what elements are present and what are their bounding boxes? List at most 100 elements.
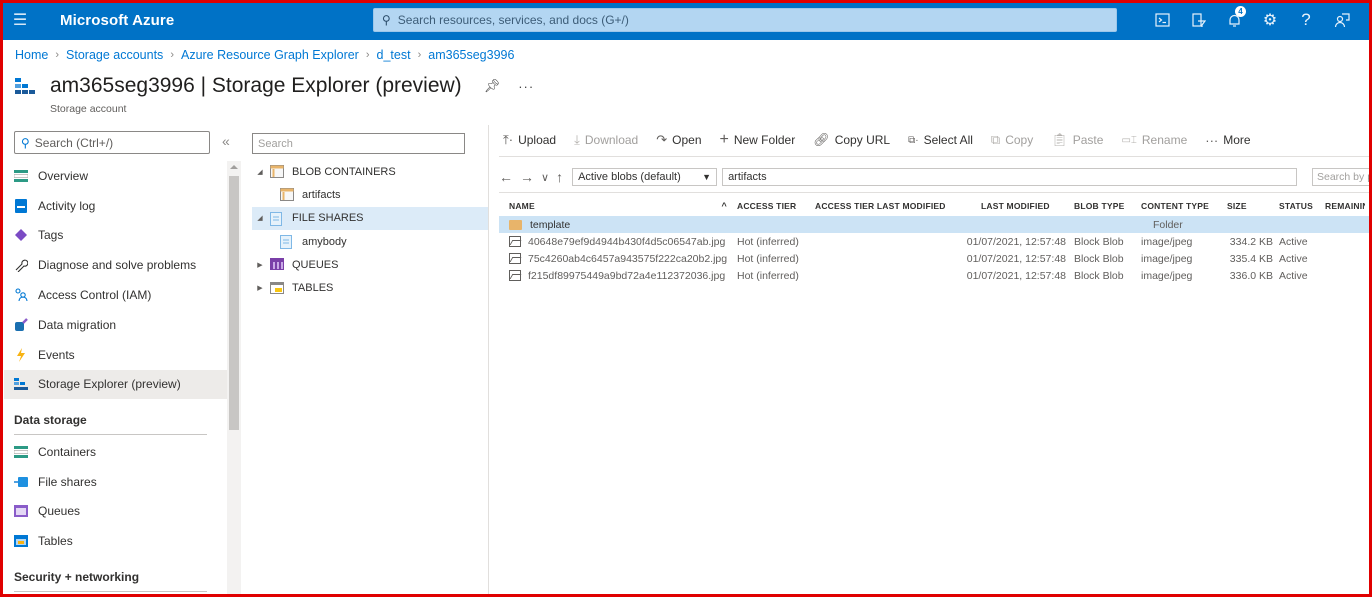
up-arrow-icon[interactable]: ↑ [556,169,563,185]
nav-item-queues[interactable]: Queues [4,497,227,527]
tree-node-tables[interactable]: ▶ TABLES [252,276,488,299]
column-header-blob-type[interactable]: BLOB TYPE [1074,201,1141,211]
feedback-icon[interactable] [1324,0,1360,40]
copy-icon: ⧉ [990,132,1001,147]
nav-item-storage-explorer[interactable]: Storage Explorer (preview) [4,369,227,400]
breadcrumb-resource-graph-explorer[interactable]: Azure Resource Graph Explorer [181,48,359,62]
column-header-remaining-days[interactable]: REMAINING DAYS [1325,201,1365,211]
file-share-icon [270,211,284,226]
table-row[interactable]: 75c4260ab4c6457a943575f222ca20b2.jpg Hot… [499,250,1372,267]
table-row[interactable]: f215df89975449a9bd72a4e112372036.jpg Hot… [499,267,1372,284]
recent-locations-chevron-icon[interactable]: ∨ [541,171,549,184]
row-access-tier: Hot (inferred) [737,235,799,248]
nav-item-file-shares[interactable]: File shares [4,467,227,497]
row-name: 75c4260ab4c6457a943575f222ca20b2.jpg [528,252,728,265]
column-header-size[interactable]: SIZE [1217,201,1279,211]
storage-account-icon [14,75,36,97]
nav-item-label: Activity log [38,198,96,213]
tree-node-file-shares[interactable]: ◢ FILE SHARES [252,206,488,230]
column-header-access-tier[interactable]: ACCESS TIER [737,201,815,211]
row-size: 334.2 KB [1229,235,1273,248]
nav-section-data-storage: Data storage [14,413,87,427]
more-options-icon[interactable]: ··· [518,79,534,94]
upload-button[interactable]: ⤒· Upload [503,132,556,148]
download-button[interactable]: ⤓ Download [574,132,638,148]
blob-filter-select[interactable]: Active blobs (default) ▼ [572,168,718,186]
hamburger-menu-icon[interactable]: ☰ [2,0,38,40]
column-header-last-modified[interactable]: LAST MODIFIED [961,201,1074,211]
breadcrumb-d-test[interactable]: d_test [377,48,411,62]
nav-item-containers[interactable]: Containers [4,437,227,467]
tree-search-placeholder: Search [258,137,293,150]
tree-node-blob-containers[interactable]: ◢ BLOB CONTAINERS [252,160,488,183]
nav-item-diagnose[interactable]: Diagnose and solve problems [4,250,227,280]
global-search-placeholder: Search resources, services, and docs (G+… [397,13,629,27]
nav-item-events[interactable]: Events [4,340,227,370]
prefix-search-placeholder: Search by prefix [1317,171,1371,183]
tree-node-amybody[interactable]: amybody [252,230,488,253]
back-arrow-icon[interactable]: ← [499,169,513,185]
row-access-tier: Hot (inferred) [737,252,799,265]
new-folder-label: New Folder [733,133,796,147]
row-blob-type: Block Blob [1074,235,1124,248]
pin-icon[interactable]: 📌︎ [484,78,501,94]
settings-icon[interactable]: ⚙ [1252,0,1288,40]
column-header-label: NAME [509,201,535,211]
tree-node-queues[interactable]: ▶ QUEUES [252,253,488,276]
tree-node-label: artifacts [302,188,341,201]
table-row[interactable]: 40648e79ef9d4944b430f4d5c06547ab.jpg Hot… [499,233,1372,250]
copy-button[interactable]: ⧉ Copy [991,132,1033,148]
nav-item-tags[interactable]: Tags [4,221,227,251]
rename-button[interactable]: ▭⌶ Rename [1121,133,1187,147]
row-last-modified: 01/07/2021, 12:57:48 [966,252,1066,265]
row-last-modified: 01/07/2021, 12:57:48 [966,235,1066,248]
paste-button[interactable]: 📋︎ Paste [1051,132,1103,148]
nav-item-overview[interactable]: Overview [4,161,227,191]
table-row[interactable]: template Folder [499,216,1372,233]
column-header-access-tier-last-modified[interactable]: ACCESS TIER LAST MODIFIED [815,201,961,211]
address-bar: ← → ∨ ↑ Active blobs (default) ▼ artifac… [499,168,1298,186]
column-header-content-type[interactable]: CONTENT TYPE [1141,201,1217,211]
directory-filter-icon[interactable] [1180,0,1216,40]
row-content-type: image/jpeg [1141,252,1193,265]
global-search-input[interactable]: ⚲ Search resources, services, and docs (… [373,8,1117,32]
column-header-name[interactable]: NAME ^ [499,201,737,211]
path-input[interactable]: artifacts [722,168,1298,186]
breadcrumb-home[interactable]: Home [15,48,48,62]
new-folder-button[interactable]: + New Folder [720,131,796,149]
copy-url-button[interactable]: 🔗︎ Copy URL [813,132,890,148]
notifications-icon[interactable]: 4 [1216,0,1252,40]
storage-tree: ◢ BLOB CONTAINERS artifacts ◢ FILE SHARE… [252,160,488,300]
nav-item-activity-log[interactable]: Activity log [4,191,227,221]
path-value: artifacts [728,171,767,183]
image-file-icon [509,253,521,264]
image-file-icon [509,270,521,281]
nav-item-access-control[interactable]: Access Control (IAM) [4,280,227,310]
more-button[interactable]: ··· More [1205,133,1250,148]
help-icon[interactable]: ? [1288,0,1324,40]
breadcrumb-storage-accounts[interactable]: Storage accounts [66,48,163,62]
nav-item-data-migration[interactable]: Data migration [4,310,227,340]
breadcrumb-storage-account[interactable]: am365seg3996 [428,48,514,62]
collapsed-triangle-icon[interactable]: ▶ [254,261,266,269]
tree-search-input[interactable]: Search [252,133,465,154]
paste-icon: 📋︎ [1051,132,1068,147]
column-header-status[interactable]: STATUS [1279,201,1325,211]
brand-link[interactable]: Microsoft Azure [60,12,374,29]
prefix-search-input[interactable]: Search by prefix [1312,168,1372,186]
nav-item-tables[interactable]: Tables [4,526,227,556]
cloud-shell-icon[interactable] [1144,0,1180,40]
expanded-triangle-icon[interactable]: ◢ [254,168,266,176]
row-name: 40648e79ef9d4944b430f4d5c06547ab.jpg [528,235,726,248]
open-button[interactable]: ↷ Open [656,132,701,148]
select-all-button[interactable]: ⧉· Select All [908,133,973,147]
tree-node-artifacts[interactable]: artifacts [252,183,488,206]
collapsed-triangle-icon[interactable]: ▶ [254,284,266,292]
scrollbar-thumb[interactable] [229,176,239,430]
scroll-up-arrow-icon[interactable] [230,165,238,169]
resource-menu-search-input[interactable]: ⚲ Search (Ctrl+/) [14,131,210,154]
resource-menu-scrollbar[interactable] [227,161,241,597]
collapse-menu-icon[interactable]: « [222,133,230,149]
expanded-triangle-icon[interactable]: ◢ [254,214,266,222]
forward-arrow-icon[interactable]: → [520,169,534,185]
